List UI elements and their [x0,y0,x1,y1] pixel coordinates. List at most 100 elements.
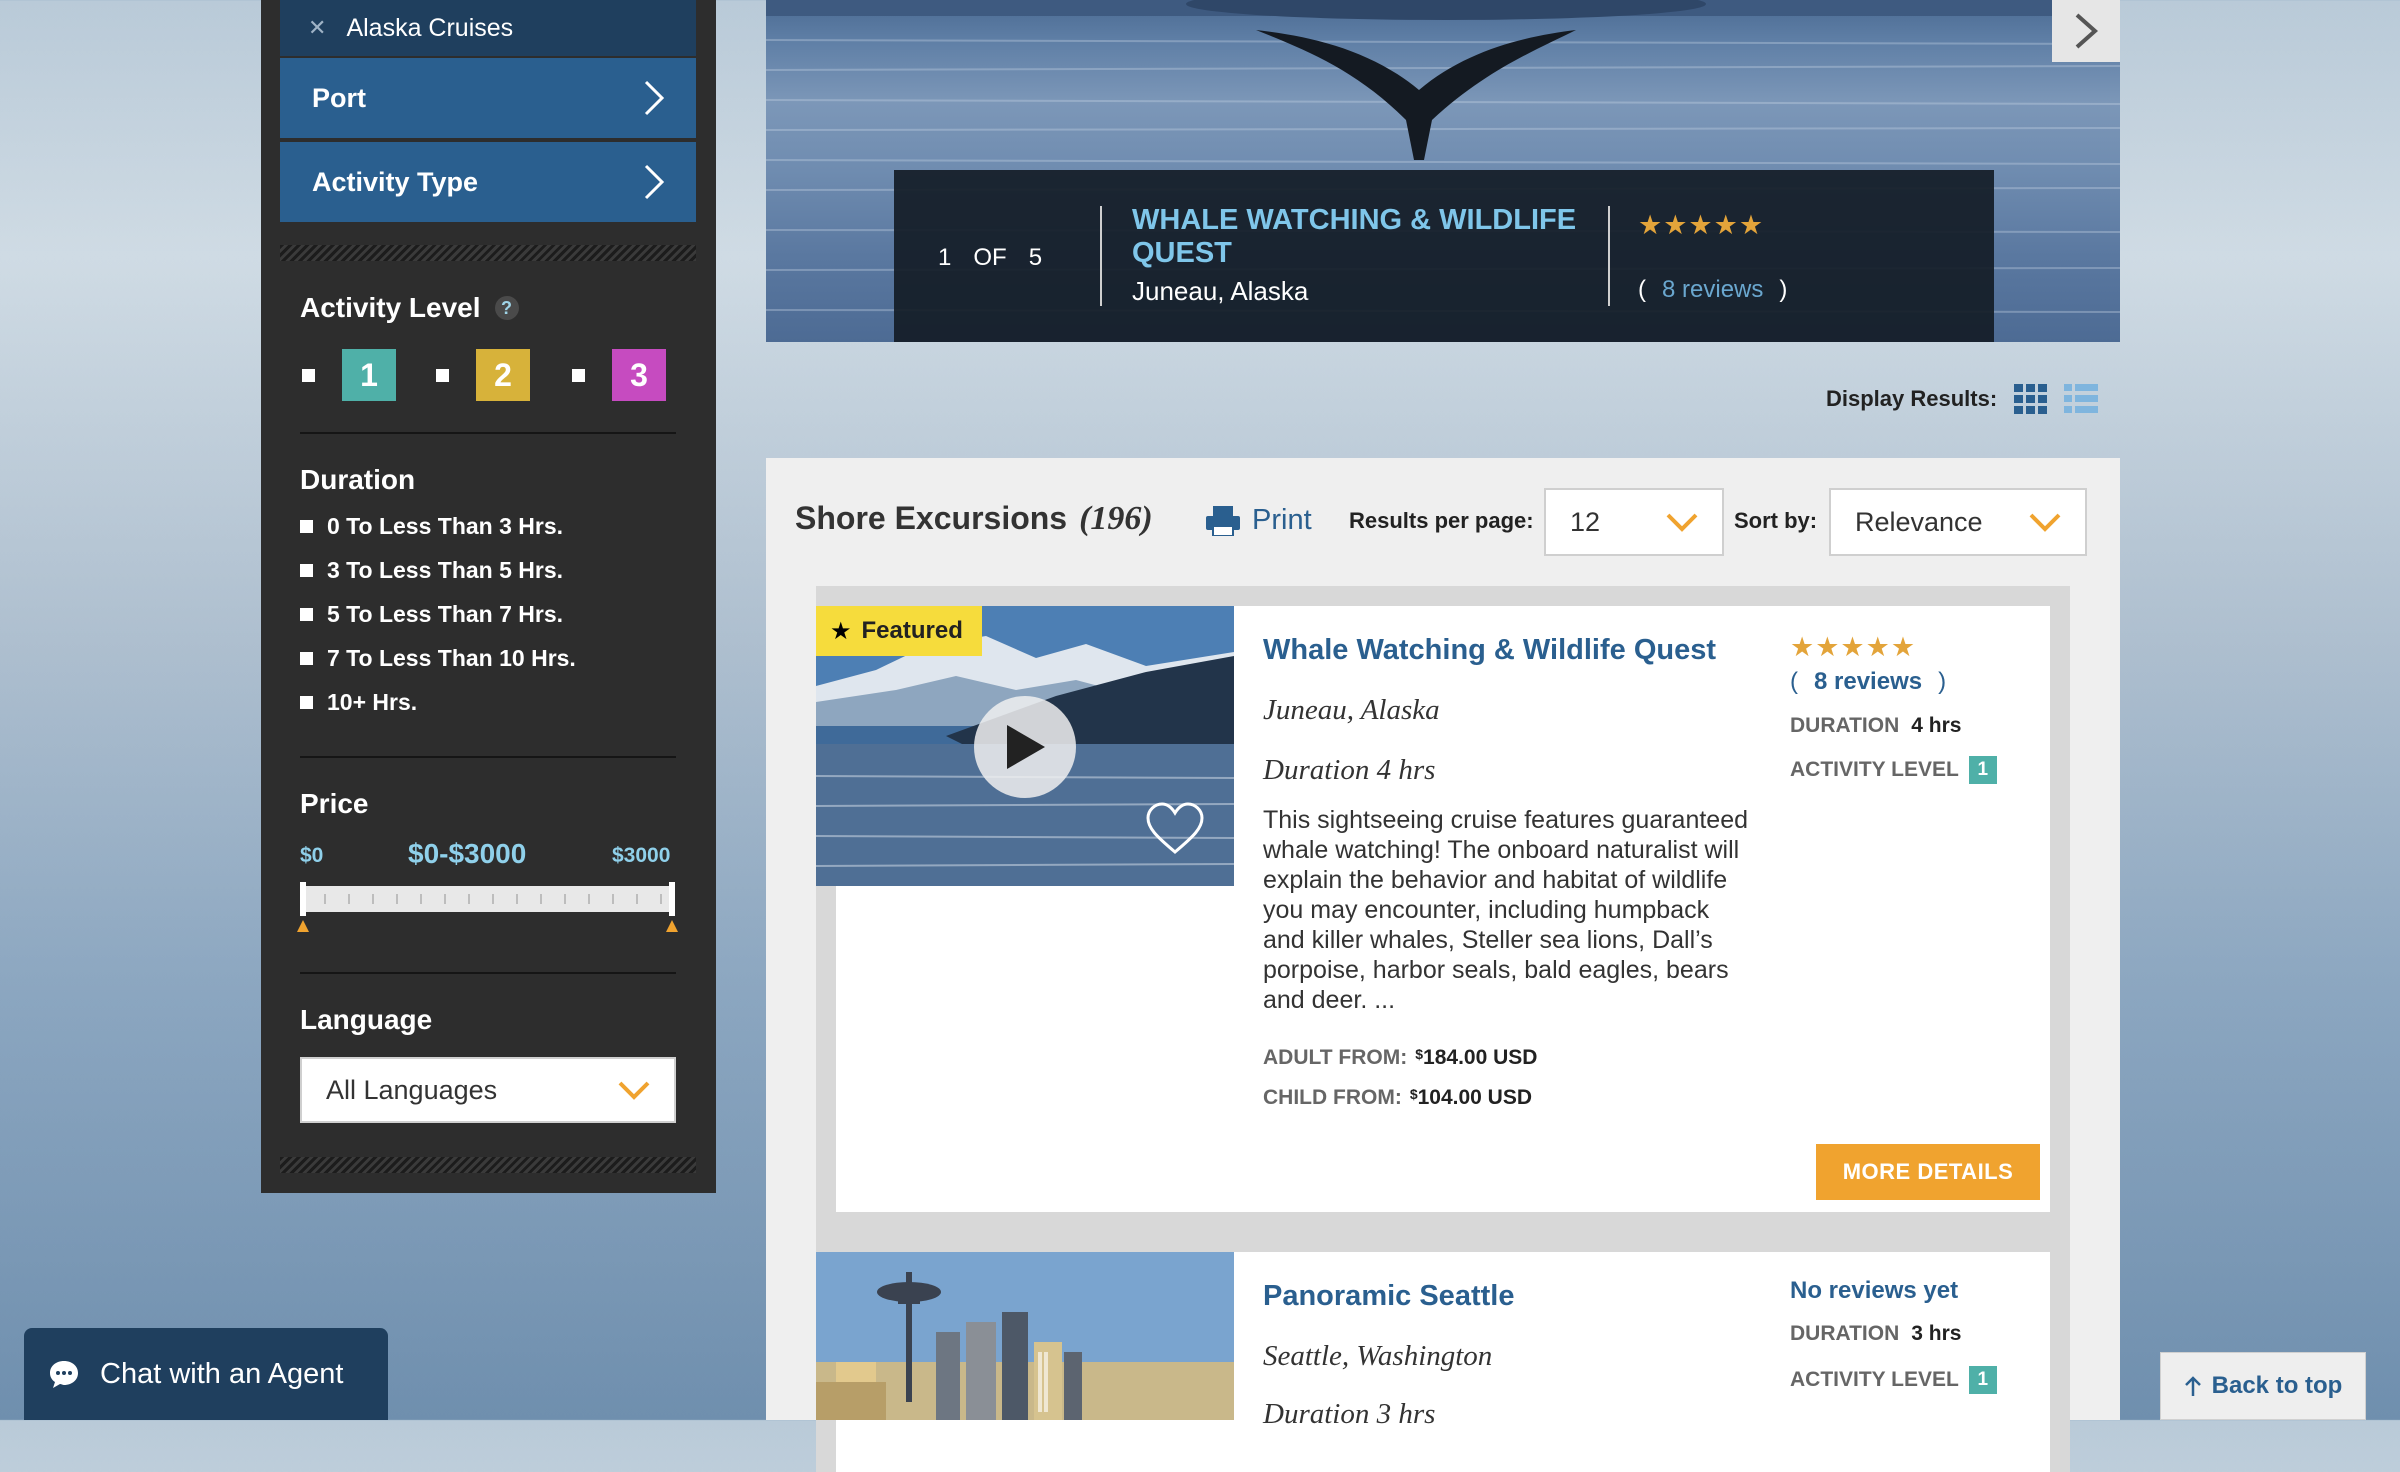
slider-max-marker-icon [666,920,678,932]
duration-value: 3 hrs [1911,1322,1962,1345]
help-icon[interactable]: ? [494,296,519,320]
sidebar-divider [300,432,676,434]
child-price-label: CHILD FROM: [1263,1086,1402,1109]
duration-option-label: 5 To Less Than 7 Hrs. [327,601,564,627]
activity-type-filter-button[interactable]: Activity Type [280,142,696,222]
result-duration: DURATION 4 hrs [1790,714,1961,738]
sidebar-divider-stripe [280,1157,696,1173]
result-title-link[interactable]: Panoramic Seattle [1263,1280,1514,1313]
checkbox[interactable] [300,564,313,577]
activity-level-label: ACTIVITY LEVEL [1790,1368,1959,1391]
activity-level-1-checkbox[interactable] [302,369,315,382]
activity-type-filter-label: Activity Type [312,166,479,197]
results-per-page-select[interactable]: 12 [1544,488,1724,556]
caption-divider [1100,206,1102,306]
price-slider-min-handle[interactable] [300,882,306,916]
port-filter-button[interactable]: Port [280,58,696,138]
hero-caption: 1 OF 5 WHALE WATCHING & WILDLIFE QUEST J… [894,170,1994,342]
price-range-value: $0-$3000 [408,838,527,869]
activity-level-1-badge[interactable]: 1 [342,349,396,401]
seattle-skyline-image [816,1252,1234,1420]
language-heading: Language [300,1004,433,1035]
result-reviews-link[interactable]: 8 reviews [1814,668,1922,696]
carousel-next-button[interactable] [2052,0,2120,62]
paren: ) [1779,276,1788,303]
hero-reviews: ( 8 reviews ) [1638,276,1787,304]
adult-price: ADULT FROM: $184.00 USD [1263,1046,1537,1070]
hero-rating-stars: ★★★★★ [1638,210,1765,240]
per-page-label: Results per page: [1349,508,1534,533]
sort-label: Sort by: [1734,508,1818,533]
sort-select[interactable]: Relevance [1829,488,2087,556]
result-duration-text: Duration 3 hrs [1263,1398,1436,1430]
activity-level-2-checkbox[interactable] [436,369,449,382]
adult-price-label: ADULT FROM: [1263,1046,1408,1069]
paren: ) [1938,668,1947,695]
featured-badge: ★ Featured [816,606,982,656]
results-heading-title: Shore Excursions [795,500,1068,536]
printer-icon [1206,505,1240,536]
result-location: Seattle, Washington [1263,1340,1493,1372]
sort-value: Relevance [1855,506,1983,537]
checkbox[interactable] [300,696,313,709]
port-filter-label: Port [312,82,366,113]
carousel-counter: 1 OF 5 [938,244,1042,272]
price-heading: Price [300,788,369,819]
sidebar-divider [300,972,676,974]
sidebar-divider [300,756,676,758]
result-thumbnail[interactable] [816,1252,1234,1420]
back-to-top-button[interactable]: Back to top [2160,1352,2366,1420]
child-price: CHILD FROM: $104.00 USD [1263,1086,1532,1110]
duration-option-label: 0 To Less Than 3 Hrs. [327,513,564,539]
price-slider-track[interactable] [302,886,674,912]
activity-level-3-badge[interactable]: 3 [612,349,666,401]
duration-option[interactable]: 5 To Less Than 7 Hrs. [300,601,563,628]
price-slider-max-handle[interactable] [669,882,675,916]
duration-heading: Duration [300,464,416,495]
slider-min-marker-icon [297,920,309,932]
checkbox[interactable] [300,652,313,665]
paren: ( [1790,668,1798,695]
selected-filter-chip[interactable]: ✕ Alaska Cruises [280,0,696,56]
duration-option[interactable]: 7 To Less Than 10 Hrs. [300,645,576,672]
checkbox[interactable] [300,520,313,533]
hero-title-link[interactable]: WHALE WATCHING & WILDLIFE QUEST [1132,204,1592,270]
list-view-icon[interactable] [2064,384,2098,414]
duration-option-label: 3 To Less Than 5 Hrs. [327,557,564,583]
result-description: This sightseeing cruise features guarant… [1263,806,1749,1014]
language-select[interactable]: All Languages [300,1057,676,1123]
price-min-label: $0 [300,844,324,867]
sidebar-divider-stripe [280,245,696,261]
hero-reviews-link[interactable]: 8 reviews [1662,276,1763,304]
arrow-up-icon [2184,1376,2201,1396]
play-video-button[interactable] [974,696,1076,798]
star-icon: ★ [830,617,852,645]
duration-option[interactable]: 0 To Less Than 3 Hrs. [300,513,563,540]
grid-view-icon[interactable] [2014,384,2048,414]
chevron-down-icon [2029,513,2061,532]
chat-with-agent-button[interactable]: Chat with an Agent [24,1328,388,1420]
duration-label: DURATION [1790,714,1900,737]
remove-filter-icon[interactable]: ✕ [308,15,326,41]
duration-option[interactable]: 10+ Hrs. [300,689,417,716]
checkbox[interactable] [300,608,313,621]
child-price-value: 104.00 USD [1417,1086,1533,1109]
carousel-of: OF [973,244,1007,271]
duration-value: 4 hrs [1911,714,1962,737]
activity-level-2-badge[interactable]: 2 [476,349,530,401]
heart-icon[interactable] [1146,802,1204,856]
chevron-down-icon [1666,513,1698,532]
activity-level-badge: 1 [1968,1366,1997,1394]
duration-option[interactable]: 3 To Less Than 5 Hrs. [300,557,563,584]
play-icon [1007,725,1045,769]
result-rating-stars: ★★★★★ [1790,632,1917,662]
print-button[interactable]: Print [1206,504,1312,537]
chip-label: Alaska Cruises [346,13,514,42]
chevron-right-icon [644,164,665,200]
activity-level-3-checkbox[interactable] [572,369,585,382]
paren: ( [1638,276,1646,303]
more-details-button[interactable]: MORE DETAILS [1816,1144,2040,1200]
result-thumbnail[interactable]: ★ Featured [816,606,1234,886]
results-count: (196) [1079,500,1153,537]
result-title-link[interactable]: Whale Watching & Wildlife Quest [1263,634,1716,667]
